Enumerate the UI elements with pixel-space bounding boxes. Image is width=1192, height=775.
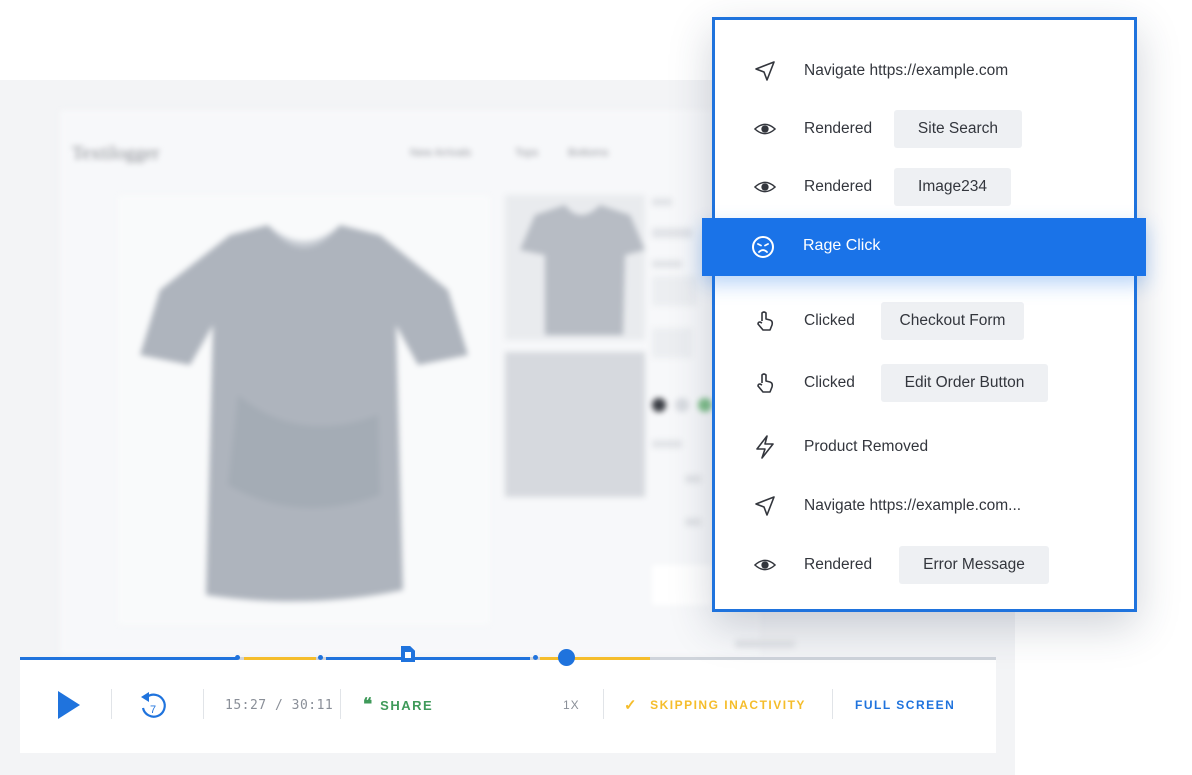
- element-chip[interactable]: Edit Order Button: [881, 364, 1048, 402]
- eye-icon: [754, 176, 776, 198]
- event-label: Product Removed: [804, 438, 929, 455]
- event-label: Rendered: [804, 120, 873, 137]
- tshirt-image: [140, 225, 468, 602]
- element-chip[interactable]: Site Search: [894, 110, 1022, 148]
- site-nav-link: Bottoms: [568, 147, 609, 159]
- event-label: Clicked: [804, 312, 855, 329]
- event-label: Rendered: [804, 178, 873, 195]
- event-label: Rendered: [804, 556, 873, 573]
- event-row[interactable]: Rendered Image234: [715, 165, 1134, 209]
- site-logo: Textilogger: [72, 143, 160, 164]
- site-nav-link: Tops: [515, 147, 539, 159]
- navigate-icon: [754, 495, 776, 517]
- time-display: 15:27 / 30:11: [225, 697, 334, 713]
- product-thumbnail: [505, 195, 645, 340]
- speed-button[interactable]: 1X: [563, 657, 580, 753]
- pointer-hand-icon: [754, 310, 776, 332]
- pointer-hand-icon: [754, 372, 776, 394]
- divider: [111, 689, 112, 719]
- lightning-icon: [754, 435, 776, 459]
- element-chip[interactable]: Error Message: [899, 546, 1049, 584]
- event-row[interactable]: Clicked Checkout Form: [715, 299, 1134, 343]
- share-button[interactable]: ❝ SHARE: [363, 657, 433, 753]
- event-label: Clicked: [804, 374, 855, 391]
- checkmark-icon: ✓: [624, 697, 639, 714]
- event-label: Navigate https://example.com...: [804, 497, 1022, 514]
- rage-face-icon: [752, 236, 774, 258]
- event-row[interactable]: Navigate https://example.com: [715, 49, 1134, 93]
- event-row[interactable]: Product Removed: [715, 425, 1134, 469]
- skip-inactivity-label: SKIPPING INACTIVITY: [650, 698, 806, 712]
- product-thumbnail: [505, 352, 645, 497]
- event-row[interactable]: Clicked Edit Order Button: [715, 361, 1134, 405]
- event-label: Rage Click: [803, 237, 881, 254]
- event-list-panel: Navigate https://example.com Rendered Si…: [712, 17, 1137, 612]
- rewind-button[interactable]: 7: [136, 657, 170, 753]
- quote-icon: ❝: [363, 695, 372, 715]
- rewind-seconds: 7: [150, 704, 156, 716]
- eye-icon: [754, 118, 776, 140]
- divider: [832, 689, 833, 719]
- element-chip[interactable]: Image234: [894, 168, 1011, 206]
- divider: [603, 689, 604, 719]
- event-row[interactable]: Navigate https://example.com...: [715, 484, 1134, 528]
- site-nav-link: New Arrivals: [410, 147, 472, 159]
- share-label: SHARE: [380, 697, 434, 713]
- rewind-icon: 7: [141, 692, 166, 718]
- eye-icon: [754, 554, 776, 576]
- timeline-marker: [533, 655, 538, 660]
- element-chip[interactable]: Checkout Form: [881, 302, 1024, 340]
- replay-player: 7 15:27 / 30:11 ❝ SHARE 1X ✓ SKIPPING IN…: [20, 646, 996, 753]
- event-label: Navigate https://example.com: [804, 62, 1009, 79]
- event-row[interactable]: Rendered Error Message: [715, 543, 1134, 587]
- full-screen-button[interactable]: FULL SCREEN: [855, 657, 955, 753]
- product-main-image: [118, 195, 490, 625]
- event-row-rage-click[interactable]: Rage Click: [702, 218, 1146, 276]
- play-button[interactable]: [58, 657, 88, 753]
- play-icon: [58, 691, 80, 719]
- timeline-segment: [20, 657, 237, 660]
- divider: [203, 689, 204, 719]
- event-row[interactable]: Rendered Site Search: [715, 107, 1134, 151]
- divider: [340, 689, 341, 719]
- skip-inactivity-toggle[interactable]: ✓ SKIPPING INACTIVITY: [624, 657, 806, 753]
- navigate-icon: [754, 60, 776, 82]
